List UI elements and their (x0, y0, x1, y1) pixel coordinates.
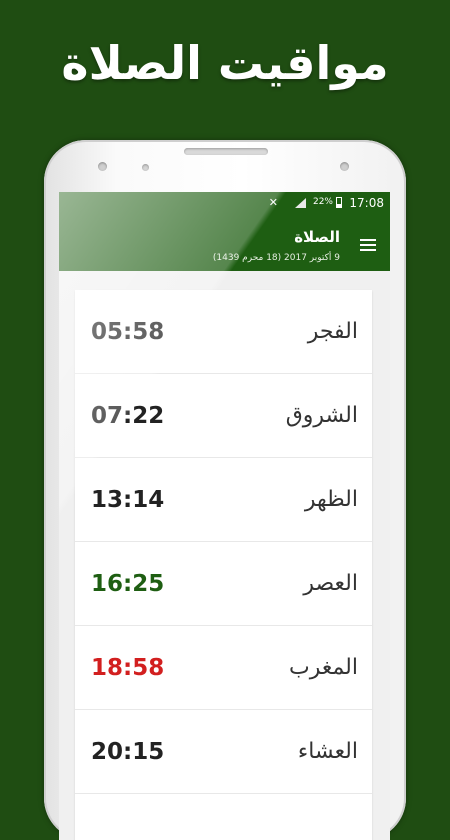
phone-speaker (184, 148, 268, 155)
prayer-row-maghrib[interactable]: المغرب 18:58 (75, 626, 372, 710)
proximity-sensor (142, 164, 149, 171)
prayer-row-isha[interactable]: العشاء 20:15 (75, 710, 372, 794)
prayer-name: العشاء (297, 739, 358, 764)
signal-icon (295, 198, 306, 208)
app-title: الصلاة (294, 228, 340, 246)
prayer-name: الظهر (304, 487, 358, 512)
prayer-time: 13:14 (91, 487, 165, 513)
menu-icon[interactable] (360, 239, 376, 251)
front-camera (98, 162, 107, 171)
prayer-time: 07:22 (91, 403, 165, 429)
prayer-time: 18:58 (91, 655, 165, 681)
prayer-row-dhuhr[interactable]: الظهر 13:14 (75, 458, 372, 542)
prayer-time: 16:25 (91, 571, 165, 597)
prayer-row-sunrise[interactable]: الشروق 07:22 (75, 374, 372, 458)
prayer-name: الفجر (307, 319, 358, 344)
prayer-row-asr[interactable]: العصر 16:25 (75, 542, 372, 626)
status-clock: 17:08 (349, 196, 384, 210)
phone-frame: ✕ 22% 17:08 الصلاة 9 أكتوبر 2017 (18 محر… (44, 140, 406, 840)
mute-icon: ✕ (268, 196, 278, 209)
prayer-row-fajr[interactable]: الفجر 05:58 (75, 290, 372, 374)
promo-title: مواقيت الصلاة (61, 36, 389, 90)
prayer-times-card: الفجر 05:58 الشروق 07:22 الظهر 13:14 الع… (75, 290, 372, 840)
prayer-time: 20:15 (91, 739, 165, 765)
prayer-name: العصر (303, 571, 358, 596)
app-bar: الصلاة 9 أكتوبر 2017 (18 محرم 1439) (59, 214, 390, 271)
date-subtitle: 9 أكتوبر 2017 (18 محرم 1439) (212, 253, 340, 263)
light-sensor (340, 162, 349, 171)
app-screen: ✕ 22% 17:08 الصلاة 9 أكتوبر 2017 (18 محر… (59, 192, 390, 840)
prayer-name: الشروق (285, 403, 358, 428)
status-bar: ✕ 22% 17:08 (59, 192, 390, 214)
battery-icon (336, 197, 342, 208)
battery-percentage: 22% (312, 197, 333, 207)
prayer-name: المغرب (289, 655, 358, 680)
prayer-time: 05:58 (91, 319, 165, 345)
